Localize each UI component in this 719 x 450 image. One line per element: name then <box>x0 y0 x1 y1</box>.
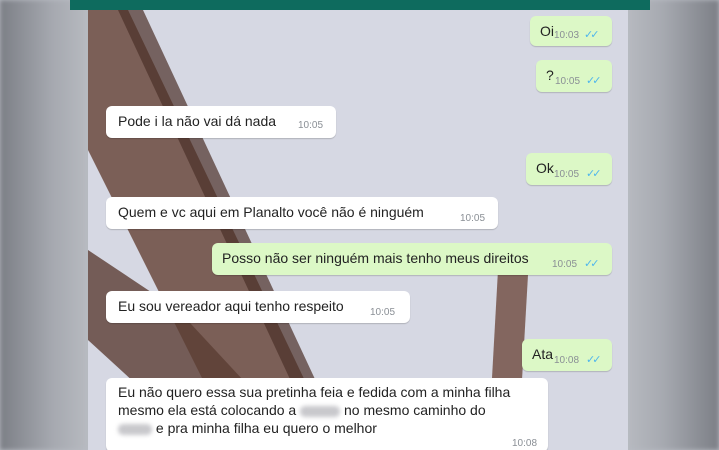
message-time: 10:05 <box>460 213 486 224</box>
message-time: 10:05 <box>555 76 581 87</box>
message-bubble-incoming[interactable]: Pode i la não vai dá nada 10:05 <box>106 106 336 138</box>
message-bubble-outgoing[interactable]: ? 10:05 ✓✓ <box>536 60 612 92</box>
background-right <box>627 0 719 450</box>
message-bubble-outgoing[interactable]: Ok 10:05 ✓✓ <box>526 153 612 185</box>
chat-header-strip <box>70 0 650 10</box>
background-left <box>0 0 88 450</box>
chat-area[interactable]: Oi 10:03 ✓✓ ? 10:05 ✓✓ Pode i la não vai… <box>88 10 628 450</box>
message-text-line: mesmo ela está colocando a no mesmo cami… <box>118 401 548 419</box>
message-text-fragment: mesmo ela está colocando a <box>118 402 297 418</box>
message-text: Eu sou vereador aqui tenho respeito <box>118 298 344 314</box>
message-time: 10:08 <box>554 355 580 366</box>
message-text: Quem e vc aqui em Planalto você não é ni… <box>118 204 424 220</box>
message-bubble-outgoing[interactable]: Ata 10:08 ✓✓ <box>522 339 612 371</box>
message-text-line: Eu não quero essa sua pretinha feia e fe… <box>118 384 511 400</box>
message-bubble-incoming[interactable]: Quem e vc aqui em Planalto você não é ni… <box>106 197 498 229</box>
message-text: Posso não ser ninguém mais tenho meus di… <box>222 250 529 266</box>
message-text: Ata <box>532 346 554 362</box>
message-bubble-outgoing[interactable]: Oi 10:03 ✓✓ <box>530 16 612 46</box>
read-receipt-icon: ✓✓ <box>584 29 600 41</box>
message-time: 10:05 <box>552 259 578 270</box>
message-bubble-outgoing[interactable]: Posso não ser ninguém mais tenho meus di… <box>212 243 612 275</box>
message-bubble-incoming[interactable]: Eu não quero essa sua pretinha feia e fe… <box>106 378 548 450</box>
message-text: Ok <box>536 160 554 176</box>
message-bubble-incoming[interactable]: Eu sou vereador aqui tenho respeito 10:0… <box>106 291 410 323</box>
message-time: 10:05 <box>370 307 396 318</box>
message-text: Oi <box>540 23 554 39</box>
read-receipt-icon: ✓✓ <box>584 258 600 270</box>
message-time: 10:05 <box>298 120 324 131</box>
redacted-name <box>118 423 152 435</box>
message-time: 10:08 <box>512 438 538 449</box>
message-time: 10:05 <box>554 169 580 180</box>
message-text-line: e pra minha filha eu quero o melhor <box>118 419 548 437</box>
message-time: 10:03 <box>554 30 580 41</box>
redacted-name <box>300 405 341 417</box>
read-receipt-icon: ✓✓ <box>586 354 602 366</box>
message-text: ? <box>546 67 554 83</box>
message-text: Pode i la não vai dá nada <box>118 113 277 129</box>
message-text-fragment: no mesmo caminho do <box>344 402 486 418</box>
read-receipt-icon: ✓✓ <box>586 75 602 87</box>
message-text-fragment: e pra minha filha eu quero o melhor <box>155 420 377 436</box>
read-receipt-icon: ✓✓ <box>586 168 602 180</box>
